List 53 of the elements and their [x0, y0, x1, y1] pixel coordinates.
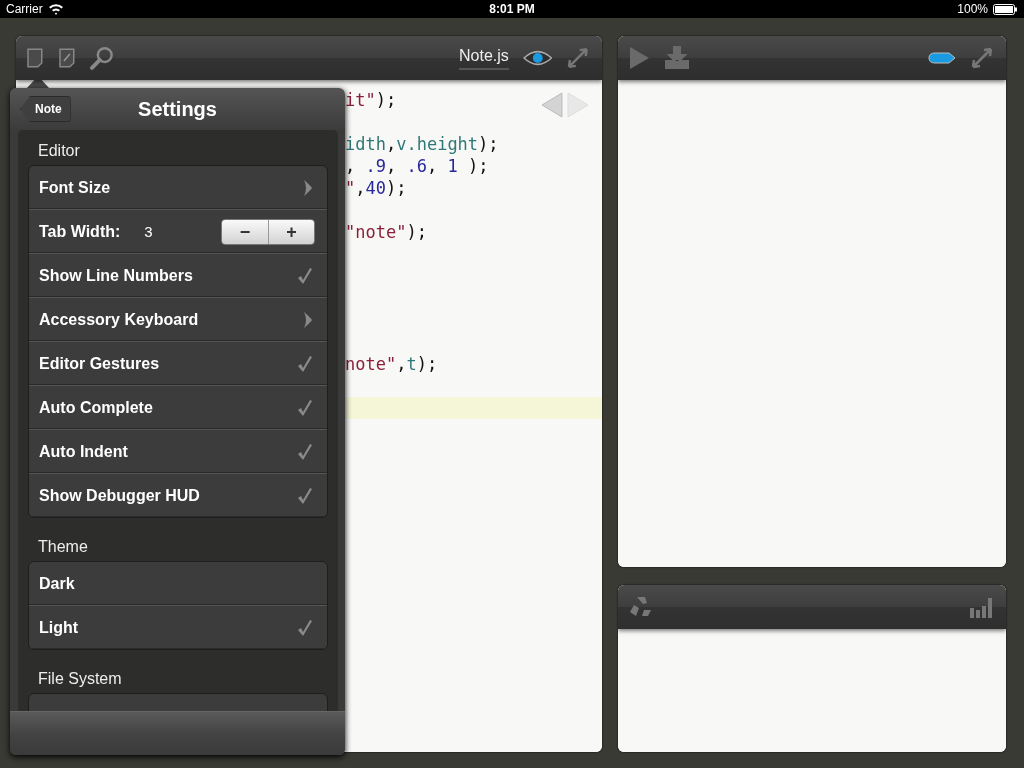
bar-chart-icon[interactable]	[968, 596, 994, 618]
edit-document-icon[interactable]	[57, 47, 76, 69]
recycle-icon[interactable]	[628, 595, 654, 619]
chevron-icon	[303, 310, 313, 329]
section-header: Editor	[37, 142, 81, 161]
settings-row[interactable]: Show Line Numbers	[29, 253, 327, 297]
expand-icon[interactable]	[566, 46, 590, 70]
row-label: Editor Gestures	[39, 354, 160, 373]
row-label: Font Size	[39, 178, 111, 197]
row-label: Dark	[39, 574, 75, 593]
wifi-icon	[47, 3, 64, 15]
row-label: Show Line Numbers	[39, 266, 193, 285]
code-line: note",t);	[345, 354, 438, 374]
popover-title: Settings	[138, 97, 217, 121]
carrier-label: Carrier	[6, 2, 43, 16]
expand-icon[interactable]	[970, 46, 994, 70]
play-icon[interactable]	[628, 46, 650, 70]
eye-icon[interactable]	[522, 49, 553, 67]
row-label: Auto Complete	[39, 398, 153, 417]
back-button[interactable]: Note	[20, 96, 71, 122]
file-title: Note.js	[459, 46, 509, 70]
row-label: Tab Width:	[39, 222, 121, 241]
clock-time: 8:01 PM	[489, 2, 535, 16]
battery-icon	[993, 3, 1018, 15]
code-line: ",40);	[345, 178, 407, 198]
battery-percent: 100%	[957, 2, 988, 16]
tab-width-value: 3	[144, 223, 153, 240]
section-header: Theme	[37, 538, 89, 557]
settings-row[interactable]: Dark	[29, 562, 327, 605]
row-label: Auto Indent	[39, 442, 128, 461]
search-icon[interactable]	[89, 45, 116, 71]
toggle-pill-icon[interactable]	[928, 52, 956, 64]
row-label: Show Debugger HUD	[39, 486, 200, 505]
document-icon[interactable]	[26, 47, 44, 69]
settings-row[interactable]: Auto Complete	[29, 385, 327, 429]
back-arrow-icon[interactable]	[540, 92, 564, 118]
code-line: "note");	[345, 222, 427, 242]
settings-row[interactable]: Editor Gestures	[29, 341, 327, 385]
code-line: , .9, .6, 1 );	[345, 156, 489, 176]
download-icon[interactable]	[664, 46, 690, 70]
row-label: Accessory Keyboard	[39, 310, 199, 329]
chevron-icon	[303, 178, 313, 197]
decrement-button[interactable]: −	[222, 219, 268, 244]
code-line: it");	[345, 90, 397, 110]
settings-row[interactable]: Accessory Keyboard	[29, 297, 327, 341]
row-label: Light	[39, 618, 79, 637]
settings-row[interactable]: Show Debugger HUD	[29, 473, 327, 517]
settings-row[interactable]: Auto Indent	[29, 429, 327, 473]
settings-row[interactable]: Light	[29, 605, 327, 649]
increment-button[interactable]: +	[268, 219, 314, 244]
section-header: File System	[37, 670, 123, 689]
settings-row[interactable]: Font Size	[29, 166, 327, 209]
code-line: idth,v.height);	[345, 134, 499, 154]
